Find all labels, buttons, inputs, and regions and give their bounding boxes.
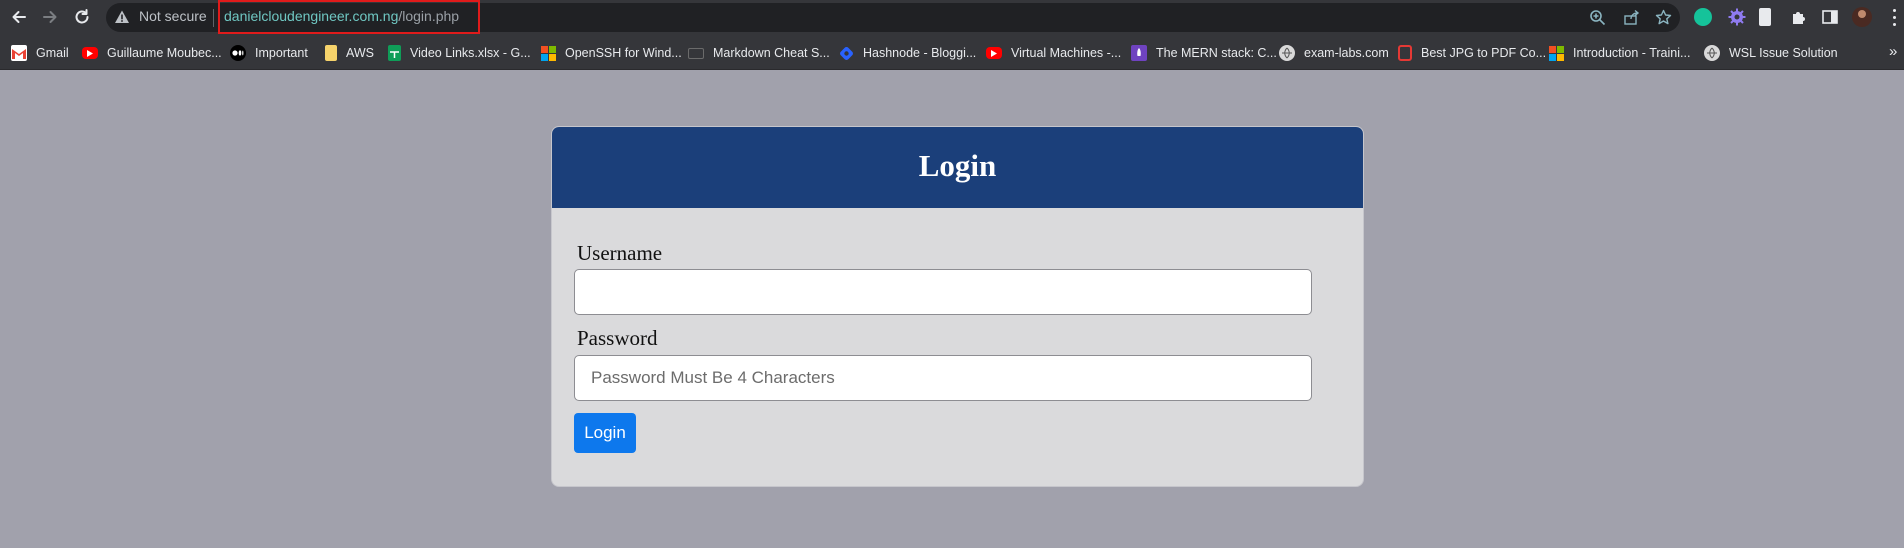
- login-card: Login Username Password Login: [551, 126, 1364, 487]
- microsoft-icon: [1548, 45, 1564, 61]
- bookmark-introduction[interactable]: Introduction - Traini...: [1548, 45, 1690, 61]
- bookmark-important[interactable]: Important: [230, 45, 308, 61]
- extensions-puzzle-icon[interactable]: [1790, 8, 1808, 26]
- bookmark-wsl-issue[interactable]: WSL Issue Solution: [1704, 45, 1838, 61]
- back-button[interactable]: [8, 6, 30, 28]
- password-input[interactable]: [574, 355, 1312, 401]
- forward-button[interactable]: [39, 6, 61, 28]
- login-title: Login: [918, 148, 997, 183]
- login-button[interactable]: Login: [574, 413, 636, 453]
- reload-icon: [75, 9, 89, 24]
- pdf-icon: [1398, 45, 1412, 61]
- globe-icon: [1704, 45, 1720, 61]
- medium-icon: [230, 45, 246, 61]
- reload-button[interactable]: [71, 6, 93, 28]
- url-path: /login.php: [398, 8, 460, 24]
- bookmark-video-links[interactable]: Video Links.xlsx - G...: [388, 45, 531, 61]
- browser-menu-icon[interactable]: [1891, 9, 1897, 26]
- youtube-icon: [986, 47, 1002, 59]
- bookmark-exam-labs[interactable]: exam-labs.com: [1279, 45, 1389, 61]
- extension-gear-icon[interactable]: [1728, 8, 1746, 26]
- username-input[interactable]: [574, 269, 1312, 315]
- bookmark-guillaume[interactable]: Guillaume Moubec...: [82, 45, 222, 61]
- bookmark-virtual-machines[interactable]: Virtual Machines -...: [986, 45, 1121, 61]
- bookmark-star-icon[interactable]: [1655, 9, 1672, 26]
- url-text[interactable]: danielcloudengineer.com.ng/login.php: [224, 8, 459, 24]
- url-host: danielcloudengineer.com.ng: [224, 8, 399, 24]
- folder-icon: [325, 45, 337, 61]
- grammarly-icon[interactable]: [1694, 8, 1712, 26]
- zoom-icon[interactable]: [1589, 9, 1606, 26]
- bookmarks-overflow-icon[interactable]: »: [1889, 43, 1897, 60]
- bookmark-gmail[interactable]: Gmail: [11, 45, 69, 61]
- microsoft-icon: [540, 45, 556, 61]
- security-status[interactable]: Not secure: [139, 8, 207, 24]
- browser-toolbar: Not secure danielcloudengineer.com.ng/lo…: [0, 0, 1904, 35]
- sheets-icon: [388, 45, 401, 61]
- share-icon[interactable]: [1623, 9, 1640, 26]
- password-label: Password: [577, 326, 658, 350]
- omnibox-divider: [213, 9, 214, 27]
- profile-avatar[interactable]: [1852, 7, 1872, 27]
- bookmark-mern-stack[interactable]: The MERN stack: C...: [1131, 45, 1277, 61]
- arrow-left-icon: [12, 11, 26, 23]
- youtube-icon: [82, 47, 98, 59]
- bookmark-openssh[interactable]: OpenSSH for Wind...: [540, 45, 682, 61]
- rocket-icon: [1131, 45, 1147, 61]
- bookmark-jpg-to-pdf[interactable]: Best JPG to PDF Co...: [1398, 45, 1546, 61]
- bookmark-markdown[interactable]: Markdown Cheat S...: [688, 45, 830, 61]
- globe-icon: [1279, 45, 1295, 61]
- bookmark-hashnode[interactable]: Hashnode - Bloggi...: [838, 45, 976, 61]
- arrow-right-icon: [43, 11, 57, 23]
- bookmark-aws[interactable]: AWS: [325, 45, 374, 61]
- document-extension-icon[interactable]: [1759, 8, 1771, 26]
- gmail-icon: [11, 45, 27, 61]
- login-card-header: Login: [552, 127, 1363, 208]
- username-label: Username: [577, 241, 663, 265]
- side-panel-icon[interactable]: [1821, 8, 1839, 26]
- markdown-icon: [688, 47, 704, 59]
- warning-icon: [115, 10, 129, 23]
- hashnode-icon: [838, 45, 854, 61]
- bookmarks-bar: Gmail Guillaume Moubec... Important AWS …: [0, 35, 1904, 70]
